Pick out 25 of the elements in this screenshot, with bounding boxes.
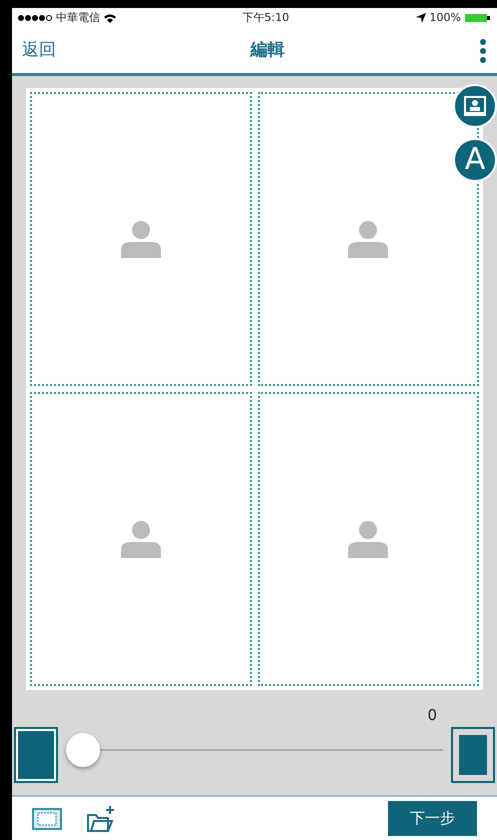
slider-value: 0 <box>427 705 437 726</box>
photo-slot[interactable] <box>30 92 252 386</box>
slider[interactable] <box>66 733 443 767</box>
back-button[interactable]: 返回 <box>22 38 56 64</box>
battery-percent: 100% <box>430 10 461 26</box>
person-placeholder-icon <box>348 220 388 258</box>
photo-slot[interactable] <box>258 392 479 686</box>
person-placeholder-icon <box>120 520 161 558</box>
battery-icon <box>465 13 491 23</box>
status-time: 下午5:10 <box>242 10 290 26</box>
large-frame-icon <box>16 729 56 781</box>
location-arrow-icon <box>416 13 426 23</box>
portrait-icon <box>464 96 486 116</box>
next-step-button[interactable]: 下一步 <box>388 801 477 836</box>
slider-thumb[interactable] <box>66 733 100 767</box>
page-title: 編輯 <box>250 38 284 62</box>
wifi-icon <box>104 14 116 22</box>
photo-slot[interactable] <box>30 392 252 686</box>
more-menu-icon[interactable] <box>479 38 487 64</box>
signal-icon <box>18 14 52 22</box>
person-placeholder-icon <box>348 520 388 558</box>
person-placeholder-icon <box>120 220 161 258</box>
add-folder-icon[interactable] <box>86 804 116 832</box>
carrier-name: 中華電信 <box>56 10 100 26</box>
film-frame-icon[interactable] <box>32 808 62 830</box>
